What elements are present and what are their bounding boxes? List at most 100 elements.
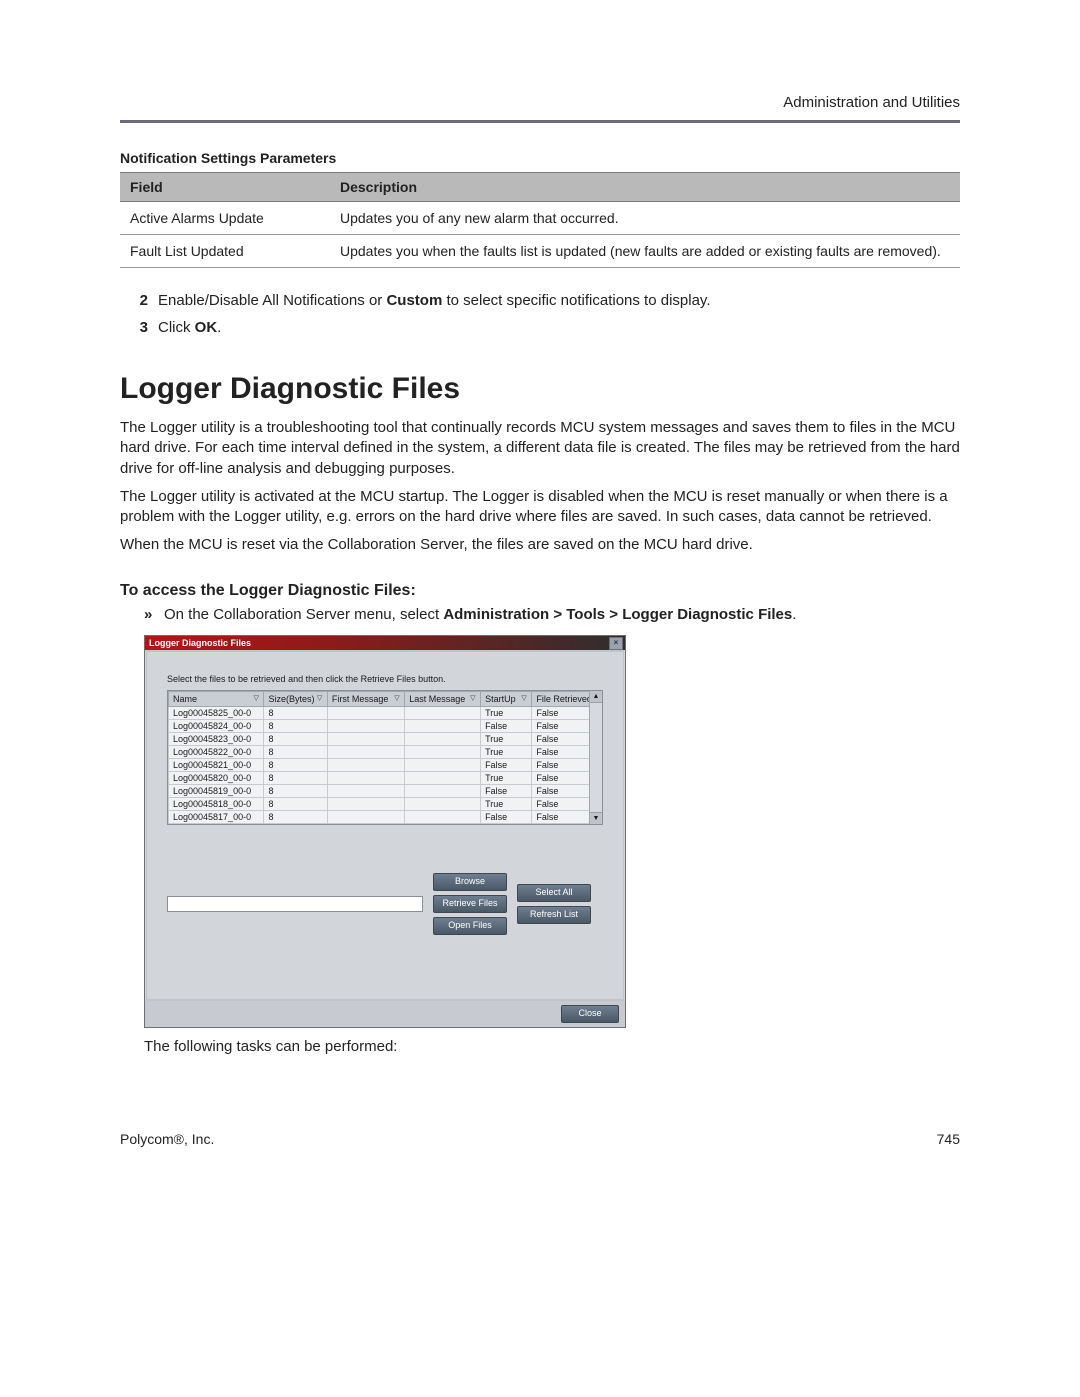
table-row: Active Alarms Update Updates you of any … [120, 202, 960, 235]
step-number: 2 [120, 290, 148, 311]
cell-name: Log00045818_00-0 [169, 797, 264, 810]
cell-name: Log00045825_00-0 [169, 706, 264, 719]
cell-first [327, 706, 404, 719]
cell-name: Log00045821_00-0 [169, 758, 264, 771]
page: Administration and Utilities Notificatio… [0, 0, 1080, 1397]
step-text: Enable/Disable All Notifications or Cust… [158, 290, 710, 311]
step-text-post: to select specific notifications to disp… [442, 292, 710, 309]
page-footer-left: Polycom®, Inc. [120, 1131, 214, 1147]
col-name-label: Name [173, 694, 197, 704]
filter-icon[interactable]: ▽ [317, 694, 325, 702]
filter-icon[interactable]: ▽ [253, 694, 261, 702]
cell-startup: False [481, 784, 532, 797]
select-all-button[interactable]: Select All [517, 884, 591, 902]
dialog-instruction: Select the files to be retrieved and the… [167, 674, 603, 684]
table-row[interactable]: Log00045821_00-08FalseFalse [169, 758, 602, 771]
table-row[interactable]: Log00045824_00-08FalseFalse [169, 719, 602, 732]
step-text-bold: OK [195, 319, 218, 336]
path-input[interactable] [167, 896, 423, 912]
open-files-button[interactable]: Open Files [433, 917, 507, 935]
filter-icon[interactable]: ▽ [521, 694, 529, 702]
path-row: Browse Retrieve Files Open Files Select … [167, 873, 603, 935]
col-last-label: Last Message [409, 694, 465, 704]
cell-first [327, 797, 404, 810]
file-grid: Name▽ Size(Bytes)▽ First Message▽ Last M… [167, 690, 603, 825]
dialog-body: Select the files to be retrieved and the… [147, 652, 623, 999]
dialog-title: Logger Diagnostic Files [149, 638, 251, 648]
table-row[interactable]: Log00045822_00-08TrueFalse [169, 745, 602, 758]
bullet-text: On the Collaboration Server menu, select… [164, 606, 796, 623]
col-first[interactable]: First Message▽ [327, 691, 404, 706]
cell-first [327, 771, 404, 784]
step-3: 3 Click OK. [120, 317, 960, 338]
close-button[interactable]: Close [561, 1005, 619, 1023]
cell-startup: False [481, 758, 532, 771]
section-heading: Logger Diagnostic Files [120, 372, 960, 406]
cell-name: Log00045820_00-0 [169, 771, 264, 784]
cell-size: 8 [264, 784, 327, 797]
cell-size: 8 [264, 797, 327, 810]
cell-last [405, 732, 481, 745]
cell-name: Log00045817_00-0 [169, 810, 264, 823]
button-column-2: Select All Refresh List [517, 884, 591, 924]
table-row[interactable]: Log00045817_00-08FalseFalse [169, 810, 602, 823]
cell-startup: True [481, 797, 532, 810]
table-row[interactable]: Log00045820_00-08TrueFalse [169, 771, 602, 784]
step-text: Click OK. [158, 317, 221, 338]
logger-dialog: Logger Diagnostic Files × Select the fil… [144, 635, 626, 1028]
table-row[interactable]: Log00045823_00-08TrueFalse [169, 732, 602, 745]
cell-first [327, 745, 404, 758]
col-size[interactable]: Size(Bytes)▽ [264, 691, 327, 706]
cell-startup: True [481, 706, 532, 719]
cell-size: 8 [264, 758, 327, 771]
col-size-label: Size(Bytes) [268, 694, 314, 704]
step-2: 2 Enable/Disable All Notifications or Cu… [120, 290, 960, 311]
bullet-text-bold: Administration > Tools > Logger Diagnost… [443, 606, 792, 623]
table-row[interactable]: Log00045818_00-08TrueFalse [169, 797, 602, 810]
params-desc: Updates you when the faults list is upda… [330, 235, 960, 268]
col-last[interactable]: Last Message ▽ [405, 691, 481, 706]
close-icon[interactable]: × [609, 637, 623, 650]
params-field: Active Alarms Update [120, 202, 330, 235]
cell-startup: True [481, 771, 532, 784]
col-name[interactable]: Name ▽ [169, 691, 264, 706]
col-ret-label: File Retrieved [536, 694, 592, 704]
after-dialog-text: The following tasks can be performed: [144, 1038, 960, 1055]
cell-last [405, 706, 481, 719]
cell-name: Log00045823_00-0 [169, 732, 264, 745]
dialog-titlebar: Logger Diagnostic Files × [145, 636, 625, 650]
header-rule [120, 120, 960, 123]
filter-icon[interactable]: ▽ [470, 694, 478, 702]
cell-size: 8 [264, 732, 327, 745]
retrieve-files-button[interactable]: Retrieve Files [433, 895, 507, 913]
params-table-head-row: Field Description [120, 173, 960, 202]
cell-last [405, 771, 481, 784]
scroll-down-icon[interactable]: ▼ [590, 812, 602, 824]
cell-first [327, 784, 404, 797]
file-grid-table: Name▽ Size(Bytes)▽ First Message▽ Last M… [168, 691, 602, 824]
bullet-text-post: . [792, 606, 796, 623]
cell-last [405, 719, 481, 732]
params-field: Fault List Updated [120, 235, 330, 268]
cell-size: 8 [264, 745, 327, 758]
params-table-title: Notification Settings Parameters [120, 150, 960, 166]
col-startup[interactable]: StartUp▽ [481, 691, 532, 706]
cell-last [405, 810, 481, 823]
table-row[interactable]: Log00045825_00-08TrueFalse [169, 706, 602, 719]
cell-last [405, 797, 481, 810]
browse-button[interactable]: Browse [433, 873, 507, 891]
params-th-desc: Description [330, 173, 960, 202]
cell-first [327, 732, 404, 745]
content: Notification Settings Parameters Field D… [120, 150, 960, 1055]
cell-startup: False [481, 719, 532, 732]
filter-icon[interactable]: ▽ [394, 694, 402, 702]
cell-size: 8 [264, 719, 327, 732]
cell-startup: True [481, 745, 532, 758]
scroll-up-icon[interactable]: ▲ [590, 691, 602, 703]
subheading: To access the Logger Diagnostic Files: [120, 582, 960, 600]
step-text-pre: Enable/Disable All Notifications or [158, 292, 386, 309]
dialog-footer: Close [145, 1001, 625, 1027]
refresh-list-button[interactable]: Refresh List [517, 906, 591, 924]
table-row[interactable]: Log00045819_00-08FalseFalse [169, 784, 602, 797]
grid-scrollbar[interactable]: ▲ ▼ [589, 691, 602, 824]
